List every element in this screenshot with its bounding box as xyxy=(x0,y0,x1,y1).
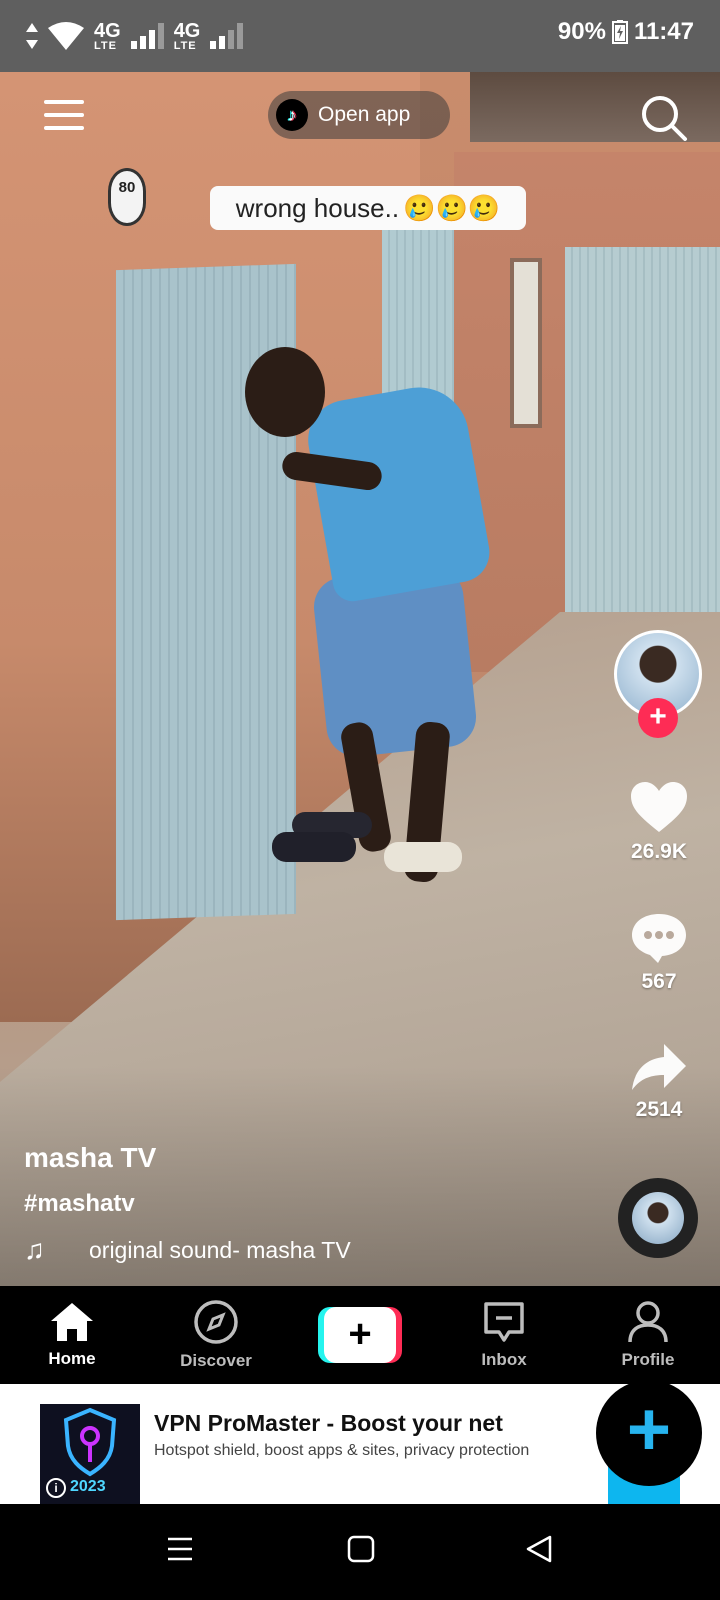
bottom-navigation: Home Discover + Inbox Profile xyxy=(0,1286,720,1384)
data-arrows-icon xyxy=(26,23,38,49)
vpn-app-icon: i 2023 xyxy=(40,1404,140,1504)
status-bar: 4G LTE 4G LTE 90% 11:47 xyxy=(0,0,720,72)
tiktok-logo-icon: ♪ xyxy=(276,99,308,131)
network-type-1: 4G LTE xyxy=(94,19,121,52)
sound-avatar xyxy=(632,1192,684,1244)
share-count: 2514 xyxy=(635,1098,683,1121)
nav-discover[interactable]: Discover xyxy=(144,1286,288,1384)
battery-percent: 90% xyxy=(557,18,606,45)
nav-home[interactable]: Home xyxy=(0,1286,144,1384)
home-icon xyxy=(51,1303,93,1341)
heart-icon xyxy=(631,782,687,832)
comment-button[interactable]: 567 xyxy=(616,912,702,994)
nav-profile-label: Profile xyxy=(621,1350,675,1369)
caption-emojis: 🥲🥲🥲 xyxy=(403,192,501,223)
share-button[interactable]: 2514 xyxy=(616,1042,702,1122)
recent-apps-icon[interactable] xyxy=(166,1534,194,1564)
hashtag-link[interactable]: #mashatv xyxy=(24,1190,135,1218)
network-type-2: 4G LTE xyxy=(173,19,201,52)
caption-text: wrong house.. xyxy=(235,192,400,223)
battery-charging-icon xyxy=(611,20,628,44)
shield-key-icon xyxy=(63,1407,117,1477)
comment-icon xyxy=(632,914,686,963)
open-app-label: Open app xyxy=(318,103,411,126)
system-navigation-bar xyxy=(0,1504,720,1600)
video-player[interactable]: 80 xyxy=(0,72,720,1286)
open-app-button[interactable]: ♪ Open app xyxy=(268,91,450,139)
ad-title: VPN ProMaster - Boost your net xyxy=(154,1410,503,1436)
menu-icon[interactable] xyxy=(44,100,84,130)
wifi-icon xyxy=(48,22,84,50)
create-plus-icon: + xyxy=(318,1307,402,1363)
ad-year: 2023 xyxy=(70,1478,106,1495)
nav-inbox-label: Inbox xyxy=(481,1350,527,1369)
compass-icon xyxy=(194,1300,238,1344)
clock: 11:47 xyxy=(633,18,694,45)
share-arrow-icon xyxy=(632,1044,686,1090)
video-caption-overlay: wrong house.. 🥲🥲🥲 xyxy=(210,186,526,230)
ad-subtitle: Hotspot shield, boost apps & sites, priv… xyxy=(154,1442,530,1459)
ad-info-icon[interactable]: i xyxy=(46,1478,66,1498)
creator-username[interactable]: masha TV xyxy=(24,1142,156,1174)
sound-title: original sound- masha TV xyxy=(89,1236,351,1263)
nav-discover-label: Discover xyxy=(180,1351,252,1370)
sound-info[interactable]: ♫ original sound- masha TV xyxy=(24,1234,351,1266)
ad-install-fab[interactable]: + xyxy=(596,1380,702,1486)
nav-home-label: Home xyxy=(48,1349,96,1368)
like-button[interactable]: 26.9K xyxy=(616,780,702,864)
back-icon[interactable] xyxy=(524,1534,554,1564)
home-square-icon[interactable] xyxy=(346,1534,376,1564)
nav-inbox[interactable]: Inbox xyxy=(432,1286,576,1384)
inbox-icon xyxy=(484,1302,524,1342)
comment-count: 567 xyxy=(641,970,677,993)
creator-avatar[interactable]: + xyxy=(614,630,702,738)
nav-profile[interactable]: Profile xyxy=(576,1286,720,1384)
signal-strength-1-icon xyxy=(130,23,164,49)
like-count: 26.9K xyxy=(630,840,688,863)
music-note-icon: ♫ xyxy=(24,1234,45,1265)
speed-sign: 80 xyxy=(108,168,146,226)
signal-strength-2-icon xyxy=(210,23,244,49)
person-icon xyxy=(628,1301,668,1343)
follow-button[interactable]: + xyxy=(638,698,678,738)
search-icon[interactable] xyxy=(640,94,688,142)
nav-create[interactable]: + xyxy=(288,1286,432,1384)
music-disc-button[interactable] xyxy=(618,1178,698,1258)
